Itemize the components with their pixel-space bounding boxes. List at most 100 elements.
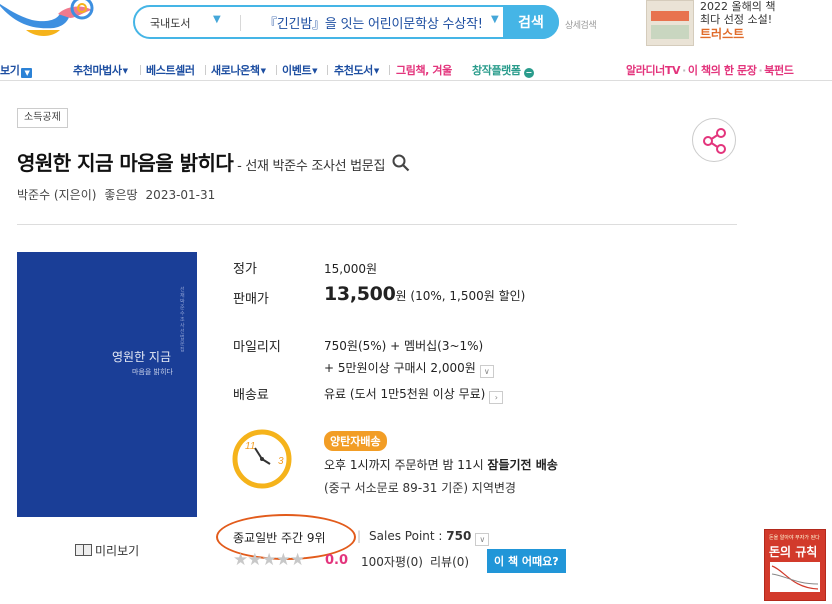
side-ad-tagline: 돈을 알아야 부자가 된다	[769, 535, 820, 541]
nav-item-recommended[interactable]: 추천도서▼	[334, 62, 379, 78]
nav-label: 이벤트	[282, 64, 312, 77]
nav-item-picture-books[interactable]: 그림책, 겨울	[396, 62, 452, 78]
chevron-right-icon[interactable]: ›	[489, 391, 504, 404]
nav-divider	[140, 65, 141, 75]
nav-item-view-all[interactable]: 보기 ▼	[0, 62, 33, 78]
nav-item-recommend-wizard[interactable]: 추천마법사▼	[73, 62, 128, 78]
mileage-label: 마일리지	[233, 340, 281, 355]
nav-label: 추천마법사	[73, 64, 122, 77]
ad-book-stripe	[651, 11, 689, 21]
share-button[interactable]	[692, 118, 736, 162]
side-ad-graph	[770, 562, 820, 592]
ad-title[interactable]: 트러스트	[700, 27, 744, 41]
nav-label: 창작플랫폼	[472, 64, 521, 77]
preview-label: 미리보기	[95, 544, 140, 558]
nav-item-bestseller[interactable]: 베스트셀러	[146, 62, 195, 78]
star-icon: ★	[233, 550, 248, 570]
nav-item-book-sentence[interactable]: 이 책의 한 문장	[688, 64, 757, 77]
mileage-extra: + 5만원이상 구매시 2,000원	[324, 361, 476, 375]
search-input[interactable]: 『긴긴밤』을 잇는 어린이문학상 수상작!	[264, 13, 483, 32]
star-icon: ★	[247, 550, 262, 570]
review-link[interactable]: 리뷰(0)	[430, 555, 469, 569]
book-cover[interactable]: 선재 박준수 조사선 법문집 영원한 지금 마음을 밝히다	[17, 252, 197, 517]
nav-divider	[276, 65, 277, 75]
ad-book-thumbnail[interactable]	[646, 0, 694, 46]
star-icon: ★	[261, 550, 277, 570]
sale-price-value: 13,500	[324, 283, 396, 305]
section-divider	[17, 224, 737, 225]
advanced-search-link[interactable]: 상세검색	[565, 18, 597, 31]
search-scope-select[interactable]: 국내도서	[150, 15, 190, 31]
star-icon: ★	[275, 550, 291, 570]
nav-dot: ·	[682, 64, 686, 77]
search-divider	[240, 15, 241, 31]
book-meta: 박준수 (지은이) 좋은땅 2023-01-31	[17, 186, 223, 203]
tax-deduction-badge: 소득공제	[17, 108, 68, 128]
ad-text[interactable]: 2022 올해의 책	[700, 0, 775, 14]
minus-circle-icon: −	[523, 68, 534, 78]
list-price-label: 정가	[233, 262, 257, 277]
search-icon[interactable]	[392, 154, 410, 172]
side-ad-book[interactable]: 돈을 알아야 부자가 된다 돈의 규칙	[764, 529, 826, 601]
nav-divider	[205, 65, 206, 75]
delivery-type-badge: 양탄자배송	[324, 431, 387, 451]
star-rating: ★★★★★	[233, 550, 305, 570]
nav-item-creative-platform[interactable]: 창작플랫폼 −	[472, 62, 534, 78]
nav-item-events[interactable]: 이벤트▼	[282, 62, 318, 78]
delivery-info-highlight: 잠들기전 배송	[487, 458, 558, 472]
preview-button[interactable]: 미리보기	[75, 542, 139, 559]
caret-icon: ▼	[312, 67, 318, 75]
nav-right-links: 알라디너TV · 이 책의 한 문장 · 북펀드	[626, 62, 794, 78]
clock-icon: 11 3	[232, 429, 292, 489]
nav-divider	[327, 65, 328, 75]
delivery-info: 오후 1시까지 주문하면 밤 11시 잠들기전 배송	[324, 456, 558, 473]
clock-label-3: 3	[278, 456, 284, 467]
separator: |	[357, 529, 362, 543]
ad-text[interactable]: 최다 선정 소설!	[700, 13, 772, 27]
share-icon	[703, 128, 726, 154]
chevron-down-icon: ▼	[21, 68, 33, 78]
rating-score: 0.0	[325, 553, 349, 568]
delivery-region-link[interactable]: (중구 서소문로 89-31 기준) 지역변경	[324, 479, 516, 496]
book-open-icon	[75, 544, 92, 556]
review-counts: 100자평(0) 리뷰(0)	[361, 553, 476, 570]
cover-subtitle: 마음을 밝히다	[132, 368, 173, 376]
caret-icon: ▼	[373, 67, 379, 75]
cover-title: 영원한 지금	[112, 350, 172, 364]
search-button[interactable]: 검색	[503, 5, 559, 39]
cover-vertical-text: 선재 박준수 조사선 법문집	[180, 287, 185, 353]
publisher-link[interactable]: 좋은땅	[104, 188, 137, 202]
page-title: 영원한 지금 마음을 밝히다	[17, 151, 234, 175]
chevron-down-icon[interactable]: ∨	[479, 365, 494, 378]
shipping-label: 배송료	[233, 388, 269, 403]
chevron-down-icon[interactable]: ▼	[213, 14, 221, 25]
caret-icon: ▼	[122, 67, 128, 75]
author-link[interactable]: 박준수 (지은이)	[17, 188, 96, 202]
chevron-down-icon[interactable]: ∨	[475, 533, 490, 546]
product-title-row: 영원한 지금 마음을 밝히다 - 선재 박준수 조사선 법문집	[17, 147, 410, 176]
nav-label: 추천도서	[334, 64, 373, 77]
mileage-line2: + 5만원이상 구매시 2,000원 ∨	[324, 359, 494, 378]
nav-item-bookfund[interactable]: 북펀드	[764, 64, 794, 77]
star-icon: ★	[290, 550, 305, 570]
page-subtitle: - 선재 박준수 조사선 법문집	[233, 159, 386, 174]
chevron-down-icon[interactable]: ▼	[491, 14, 499, 25]
delivery-info-text: 오후 1시까지 주문하면 밤 11시	[324, 458, 488, 472]
nav-item-new-books[interactable]: 새로나온책▼	[211, 62, 266, 78]
sales-point-label: Sales Point :	[369, 529, 447, 543]
nav-divider	[389, 65, 390, 75]
category-rank[interactable]: 종교일반 주간 9위	[233, 529, 326, 546]
shipping-info: 유료 (도서 1만5천원 이상 무료) ›	[324, 385, 504, 404]
sale-price: 13,500원 (10%, 1,500원 할인)	[324, 283, 525, 305]
mileage-line1: 750원(5%) + 멤버십(3~1%)	[324, 339, 484, 353]
nav-item-aladiner-tv[interactable]: 알라디너TV	[626, 64, 681, 77]
sale-price-detail: 원 (10%, 1,500원 할인)	[395, 289, 526, 303]
ad-book-stripe	[651, 25, 689, 39]
how-about-this-book-button[interactable]: 이 책 어때요?	[487, 549, 566, 573]
graph-icon	[771, 565, 819, 590]
short-review-link[interactable]: 100자평(0)	[361, 555, 423, 569]
aladin-lamp-logo[interactable]	[0, 0, 102, 44]
nav-label: 새로나온책	[211, 64, 260, 77]
shipping-value: 유료 (도서 1만5천원 이상 무료)	[324, 387, 486, 401]
nav-label: 보기	[0, 64, 20, 77]
